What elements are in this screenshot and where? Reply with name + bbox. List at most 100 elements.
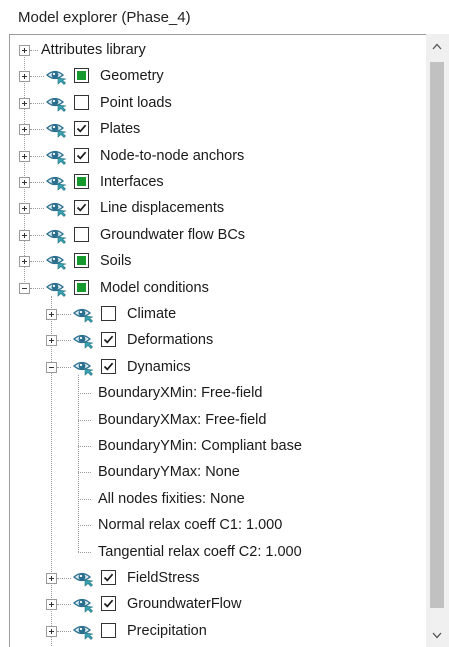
tree-item-label: Groundwater flow BCs	[100, 226, 246, 243]
eye-icon[interactable]	[46, 120, 68, 139]
checkbox-checked[interactable]	[101, 570, 116, 585]
eye-icon[interactable]	[73, 331, 95, 350]
collapse-icon[interactable]	[19, 282, 30, 294]
expand-icon[interactable]	[46, 309, 57, 320]
tree-item-geometry[interactable]: Geometry	[10, 63, 420, 89]
tree-guide-branch	[30, 208, 44, 210]
eye-icon[interactable]	[73, 622, 95, 640]
tree-item-boundaryymin-compliant-base[interactable]: BoundaryYMin: Compliant base	[10, 433, 420, 459]
tree-item-fieldstress[interactable]: FieldStress	[10, 565, 420, 591]
tree-item-label: Node-to-node anchors	[100, 147, 245, 164]
model-explorer-panel: Attributes library Geometry Point loads Pla…	[9, 34, 449, 647]
tree-item-boundaryxmax-free-field[interactable]: BoundaryXMax: Free-field	[10, 407, 420, 433]
checkbox-checked[interactable]	[101, 332, 116, 348]
eye-icon[interactable]	[46, 147, 68, 165]
tree-guide-branch	[30, 182, 44, 183]
checkbox-filled[interactable]	[74, 68, 89, 84]
expand-icon[interactable]	[19, 71, 30, 83]
eye-icon[interactable]	[73, 305, 95, 323]
eye-icon[interactable]	[46, 226, 68, 244]
eye-icon[interactable]	[46, 199, 68, 218]
expand-icon[interactable]	[19, 97, 30, 109]
checkbox-filled[interactable]	[74, 279, 89, 295]
tree-item-normal-relax-coeff-c1-1-000[interactable]: Normal relax coeff C1: 1.000	[10, 512, 420, 538]
tree-item-point-loads[interactable]: Point loads	[10, 90, 420, 116]
checkbox-checked[interactable]	[74, 200, 89, 216]
scroll-down-button[interactable]	[426, 625, 449, 647]
checkbox-checked[interactable]	[101, 358, 116, 374]
checkbox-empty[interactable]	[74, 226, 89, 242]
eye-icon[interactable]	[73, 595, 95, 614]
scroll-thumb[interactable]	[430, 62, 444, 608]
tree-item-label: Normal relax coeff C1: 1.000	[98, 517, 283, 534]
tree-item-node-to-node-anchors[interactable]: Node-to-node anchors	[10, 143, 420, 169]
title-bar: Model explorer (Phase_4)	[0, 0, 449, 36]
tree-guide-branch	[30, 76, 44, 78]
tree-item-soils[interactable]: Soils	[10, 248, 420, 274]
expand-icon[interactable]	[19, 124, 30, 136]
eye-icon[interactable]	[46, 173, 68, 191]
eye-icon[interactable]	[46, 67, 68, 86]
eye-icon[interactable]	[46, 252, 68, 271]
tree-item-label: Line displacements	[100, 200, 225, 217]
eye-icon[interactable]	[73, 569, 95, 587]
tree-item-label: BoundaryYMax: None	[98, 464, 240, 481]
tree-item-label: GroundwaterFlow	[127, 596, 242, 613]
checkbox-empty[interactable]	[101, 622, 116, 638]
checkbox-checked[interactable]	[74, 147, 89, 163]
tree-item-interfaces[interactable]: Interfaces	[10, 169, 420, 195]
tree-item-model-conditions[interactable]: Model conditions	[10, 275, 420, 301]
tree-item-label: Plates	[100, 121, 141, 138]
tree-item-attributes-library[interactable]: Attributes library	[10, 37, 420, 63]
expand-icon[interactable]	[46, 335, 57, 347]
tree-item-all-nodes-fixities-none[interactable]: All nodes fixities: None	[10, 486, 420, 512]
expand-icon[interactable]	[46, 599, 57, 611]
tree-item-boundaryymax-none[interactable]: BoundaryYMax: None	[10, 459, 420, 485]
chevron-down-icon	[432, 632, 442, 639]
chevron-up-icon	[432, 43, 442, 50]
tree-item-climate[interactable]: Climate	[10, 301, 420, 327]
tree-item-label: BoundaryXMax: Free-field	[98, 411, 267, 428]
expand-icon[interactable]	[19, 256, 30, 268]
expand-icon[interactable]	[46, 625, 57, 637]
tree-item-label: Deformations	[127, 332, 214, 349]
checkbox-empty[interactable]	[101, 306, 116, 321]
scroll-up-button[interactable]	[426, 36, 449, 58]
tree-item-dynamics[interactable]: Dynamics	[10, 354, 420, 380]
checkbox-filled[interactable]	[74, 253, 89, 269]
tree-item-boundaryxmin-free-field[interactable]: BoundaryXMin: Free-field	[10, 380, 420, 406]
eye-icon[interactable]	[73, 358, 95, 376]
checkbox-empty[interactable]	[74, 94, 89, 110]
eye-icon[interactable]	[46, 279, 68, 297]
expand-icon[interactable]	[19, 229, 30, 241]
expand-icon[interactable]	[19, 150, 30, 162]
tree-guide-branch	[57, 578, 71, 579]
tree-item-precipitation[interactable]: Precipitation	[10, 618, 420, 644]
tree-guide-branch	[57, 366, 71, 368]
tree-item-line-displacements[interactable]: Line displacements	[10, 195, 420, 221]
tree-item-label: Geometry	[100, 68, 164, 85]
tree-guide-branch	[30, 50, 38, 51]
tree-item-label: Attributes library	[41, 42, 146, 58]
tree-item-label: BoundaryYMin: Compliant base	[98, 438, 302, 454]
expand-icon[interactable]	[19, 45, 30, 56]
tree-item-groundwaterflow[interactable]: GroundwaterFlow	[10, 591, 420, 617]
collapse-icon[interactable]	[46, 361, 57, 373]
tree-guide-branch	[57, 314, 71, 315]
checkbox-checked[interactable]	[101, 596, 116, 612]
tree-item-label: All nodes fixities: None	[98, 490, 245, 507]
tree-item-deformations[interactable]: Deformations	[10, 327, 420, 353]
tree-item-plates[interactable]: Plates	[10, 116, 420, 142]
expand-icon[interactable]	[19, 203, 30, 215]
expand-icon[interactable]	[19, 177, 30, 188]
tree-item-tangential-relax-coeff-c2-1-000[interactable]: Tangential relax coeff C2: 1.000	[10, 539, 420, 565]
tree-item-label: Interfaces	[100, 174, 164, 190]
tree-item-groundwater-flow-bcs[interactable]: Groundwater flow BCs	[10, 222, 420, 248]
tree-item-label: BoundaryXMin: Free-field	[98, 385, 263, 402]
expand-icon[interactable]	[46, 573, 57, 584]
tree-item-label: Dynamics	[127, 358, 191, 375]
checkbox-filled[interactable]	[74, 174, 89, 189]
vertical-scrollbar[interactable]	[426, 34, 449, 647]
checkbox-checked[interactable]	[74, 121, 89, 137]
eye-icon[interactable]	[46, 94, 68, 112]
